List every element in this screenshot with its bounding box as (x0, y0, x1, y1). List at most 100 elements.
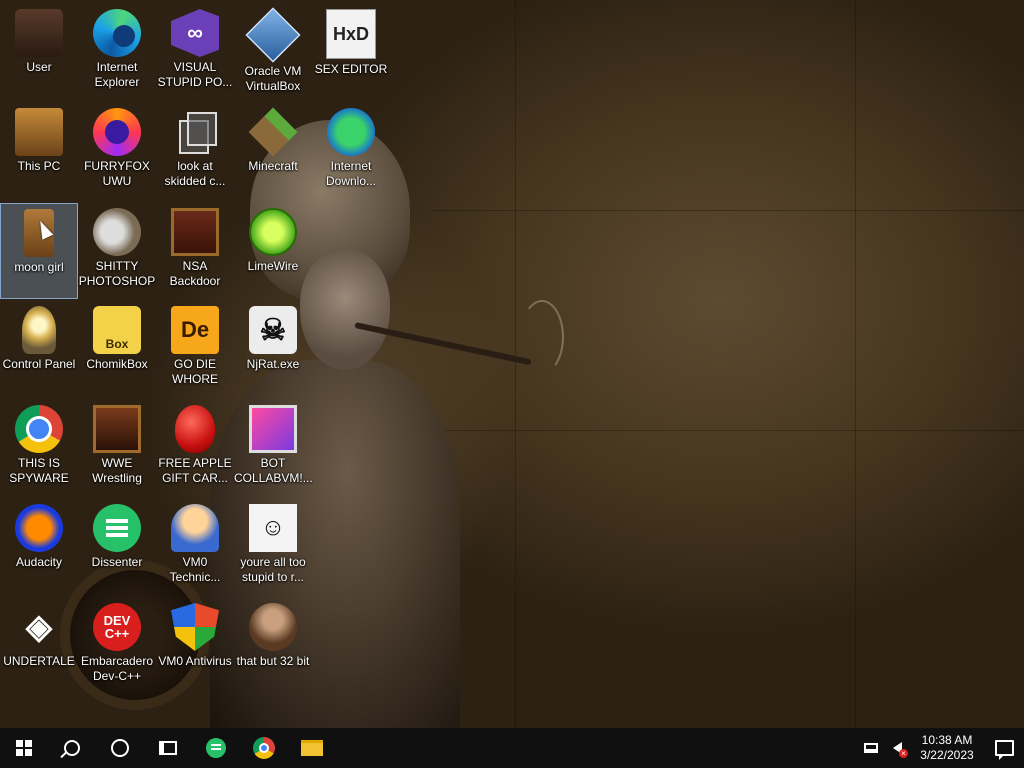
icon-label: ChomikBox (86, 357, 148, 371)
desktop-icon-internet-download-manager[interactable]: Internet Downlo... (312, 103, 390, 199)
task-view-button[interactable] (144, 728, 192, 768)
desktop-icon-sex-editor[interactable]: HxD SEX EDITOR (312, 4, 390, 100)
desktop-icon-internet-explorer[interactable]: Internet Explorer (78, 4, 156, 100)
chomikbox-icon: Box (93, 306, 141, 354)
icon-label: NjRat.exe (246, 357, 300, 371)
wallpaper-face (300, 250, 390, 370)
icon-label: GO DIE WHORE (172, 357, 218, 386)
desktop-icon-dissenter[interactable]: Dissenter (78, 499, 156, 595)
desktop-icon-chomikbox[interactable]: Box ChomikBox (78, 301, 156, 397)
chrome-icon (15, 405, 63, 453)
desktop-icon-undertale[interactable]: ◈ UNDERTALE (0, 598, 78, 694)
shield-icon (171, 603, 219, 651)
chrome-icon (253, 737, 275, 759)
technician-icon (171, 504, 219, 552)
icon-label: VM0 Technic... (169, 555, 221, 584)
icon-label: User (26, 60, 52, 74)
desktop-icon-bot-collabvm[interactable]: BOT COLLABVM!... (234, 400, 313, 496)
limewire-icon (249, 208, 297, 256)
icon-label: Audacity (15, 555, 63, 569)
portrait-icon: ☺ (249, 504, 297, 552)
task-view-icon (159, 741, 177, 755)
icon-label: look at skidded c... (164, 159, 226, 188)
gimp-icon (93, 208, 141, 256)
icon-label: VM0 Antivirus (158, 654, 232, 668)
de-icon: De (171, 306, 219, 354)
mute-badge-icon: × (899, 749, 908, 758)
control-panel-icon (22, 306, 56, 354)
desktop-icon-visual-studio[interactable]: ∞ VISUAL STUPID PO... (156, 4, 234, 100)
copy-icon (171, 108, 219, 156)
search-button[interactable] (48, 728, 96, 768)
icon-label: FREE APPLE GIFT CAR... (158, 456, 232, 485)
icon-label: moon girl (14, 260, 64, 274)
cortana-button[interactable] (96, 728, 144, 768)
desktop-icon-moon-girl[interactable]: moon girl (0, 203, 78, 299)
icon-label: that but 32 bit (236, 654, 310, 668)
hex-editor-icon: HxD (326, 9, 376, 59)
wallpaper-line (515, 0, 516, 728)
devcpp-icon: DEV C++ (93, 603, 141, 651)
action-center-button[interactable] (984, 728, 1024, 768)
clock-date: 3/22/2023 (920, 748, 974, 762)
desktop-icon-nsa-backdoor[interactable]: NSA Backdoor (156, 203, 234, 299)
desktop-icon-furryfox[interactable]: FURRYFOX UWU (78, 103, 156, 199)
desktop-icon-that-but-32-bit[interactable]: that but 32 bit (234, 598, 312, 694)
firefox-icon (93, 108, 141, 156)
icon-label: Minecraft (248, 159, 298, 173)
wallpaper-line (855, 0, 856, 728)
desktop-icon-wwe-wrestling[interactable]: WWE Wrestling (78, 400, 156, 496)
desktop-icon-youre-all-too-stupid[interactable]: ☺ youre all too stupid to r... (234, 499, 312, 595)
icon-label: Internet Downlo... (325, 159, 377, 188)
taskbar-file-explorer[interactable] (288, 728, 336, 768)
virtualbox-icon (245, 7, 301, 63)
bot-icon (249, 405, 297, 453)
desktop-icon-skidded-copy[interactable]: look at skidded c... (156, 103, 234, 199)
desktop-icon-control-panel[interactable]: Control Panel (0, 301, 78, 397)
volume-button[interactable]: × (884, 728, 910, 768)
taskbar: × 10:38 AM 3/22/2023 (0, 728, 1024, 768)
desktop-icon-go-die[interactable]: De GO DIE WHORE (156, 301, 234, 397)
desktop-icon-njrat[interactable]: ☠ NjRat.exe (234, 301, 312, 397)
desktop-icon-virtualbox[interactable]: Oracle VM VirtualBox (234, 4, 312, 100)
desktop-icon-dev-cpp[interactable]: DEV C++ Embarcadero Dev-C++ (78, 598, 156, 694)
taskbar-chrome[interactable] (240, 728, 288, 768)
skull-icon: ☠ (249, 306, 297, 354)
start-button[interactable] (0, 728, 48, 768)
icon-label: This PC (17, 159, 61, 173)
icon-label: NSA Backdoor (169, 259, 221, 288)
icon-label: LimeWire (247, 259, 299, 273)
icon-label: Oracle VM VirtualBox (244, 64, 302, 93)
desktop[interactable]: User This PC moon girl Control Panel THI… (0, 0, 1024, 728)
icon-label: youre all too stupid to r... (240, 555, 306, 584)
windows-start-icon (16, 740, 32, 756)
desktop-icon-shitty-photoshop[interactable]: SHITTY PHOTOSHOP (78, 203, 156, 299)
desktop-icon-limewire[interactable]: LimeWire (234, 203, 312, 299)
icon-label: Dissenter (91, 555, 143, 569)
desktop-icon-vm0-antivirus[interactable]: VM0 Antivirus (156, 598, 234, 694)
icon-label: Embarcadero Dev-C++ (80, 654, 154, 683)
this-pc-icon (15, 108, 63, 156)
network-button[interactable] (858, 728, 884, 768)
desktop-icon-minecraft[interactable]: Minecraft (234, 103, 312, 199)
desktop-icon-user[interactable]: User (0, 4, 78, 100)
icon-label: WWE Wrestling (92, 456, 142, 485)
system-tray: × 10:38 AM 3/22/2023 (858, 728, 1024, 768)
woman-portrait-icon (249, 603, 297, 651)
wwe-icon (93, 405, 141, 453)
desktop-icon-vm0-technician[interactable]: VM0 Technic... (156, 499, 234, 595)
clock[interactable]: 10:38 AM 3/22/2023 (910, 733, 984, 763)
visual-studio-icon: ∞ (171, 9, 219, 57)
desktop-icon-free-apple-gift-card[interactable]: FREE APPLE GIFT CAR... (156, 400, 234, 496)
network-icon (864, 743, 878, 753)
user-folder-icon (15, 9, 63, 57)
download-manager-icon (327, 108, 375, 156)
desktop-icon-spyware[interactable]: THIS IS SPYWARE (0, 400, 78, 496)
file-explorer-icon (301, 740, 323, 756)
desktop-icon-this-pc[interactable]: This PC (0, 103, 78, 199)
minecraft-icon (248, 107, 298, 157)
icon-label: UNDERTALE (3, 654, 75, 668)
desktop-icon-audacity[interactable]: Audacity (0, 499, 78, 595)
cortana-icon (111, 739, 129, 757)
taskbar-dissenter[interactable] (192, 728, 240, 768)
